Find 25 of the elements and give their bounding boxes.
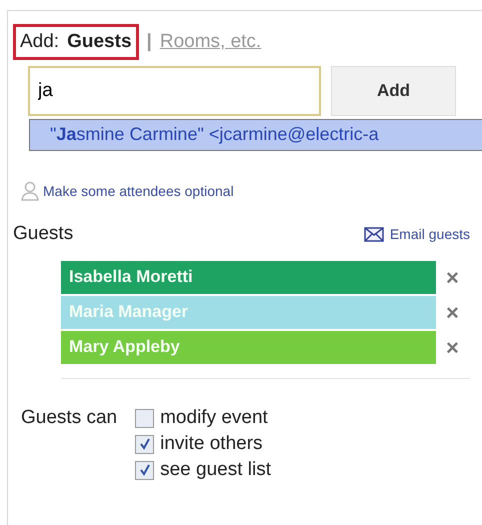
remove-button[interactable]: × [446, 264, 459, 290]
remove-button[interactable]: × [446, 334, 459, 360]
separator: | [146, 31, 152, 53]
guest-chip: Mary Appleby [61, 331, 436, 364]
remove-button[interactable]: × [446, 300, 459, 326]
add-label: Add: [20, 31, 60, 53]
email-guests-link[interactable]: Email guests [390, 226, 470, 242]
checkbox[interactable] [135, 408, 154, 428]
person-icon [21, 181, 39, 201]
checkmark-icon [138, 464, 151, 476]
suggestion-item[interactable]: "Jasmine Carmine" <jcarmine@electric-a [29, 119, 482, 151]
add-button[interactable]: Add [331, 66, 456, 116]
optional-attendees-link[interactable]: Make some attendees optional [43, 183, 234, 199]
guest-chip: Maria Manager [61, 296, 436, 329]
checkmark-icon [138, 438, 151, 450]
option-label: invite others [160, 433, 263, 455]
guests-heading: Guests [13, 223, 74, 245]
option-label: modify event [160, 407, 268, 429]
envelope-icon [364, 226, 384, 242]
checkbox[interactable] [135, 460, 154, 480]
checkbox[interactable] [135, 434, 154, 454]
tab[interactable]: Guests [67, 31, 132, 53]
guests-can-label: Guests can [21, 407, 118, 430]
guest-chip: Isabella Moretti [61, 261, 436, 294]
option-label: see guest list [160, 459, 272, 481]
